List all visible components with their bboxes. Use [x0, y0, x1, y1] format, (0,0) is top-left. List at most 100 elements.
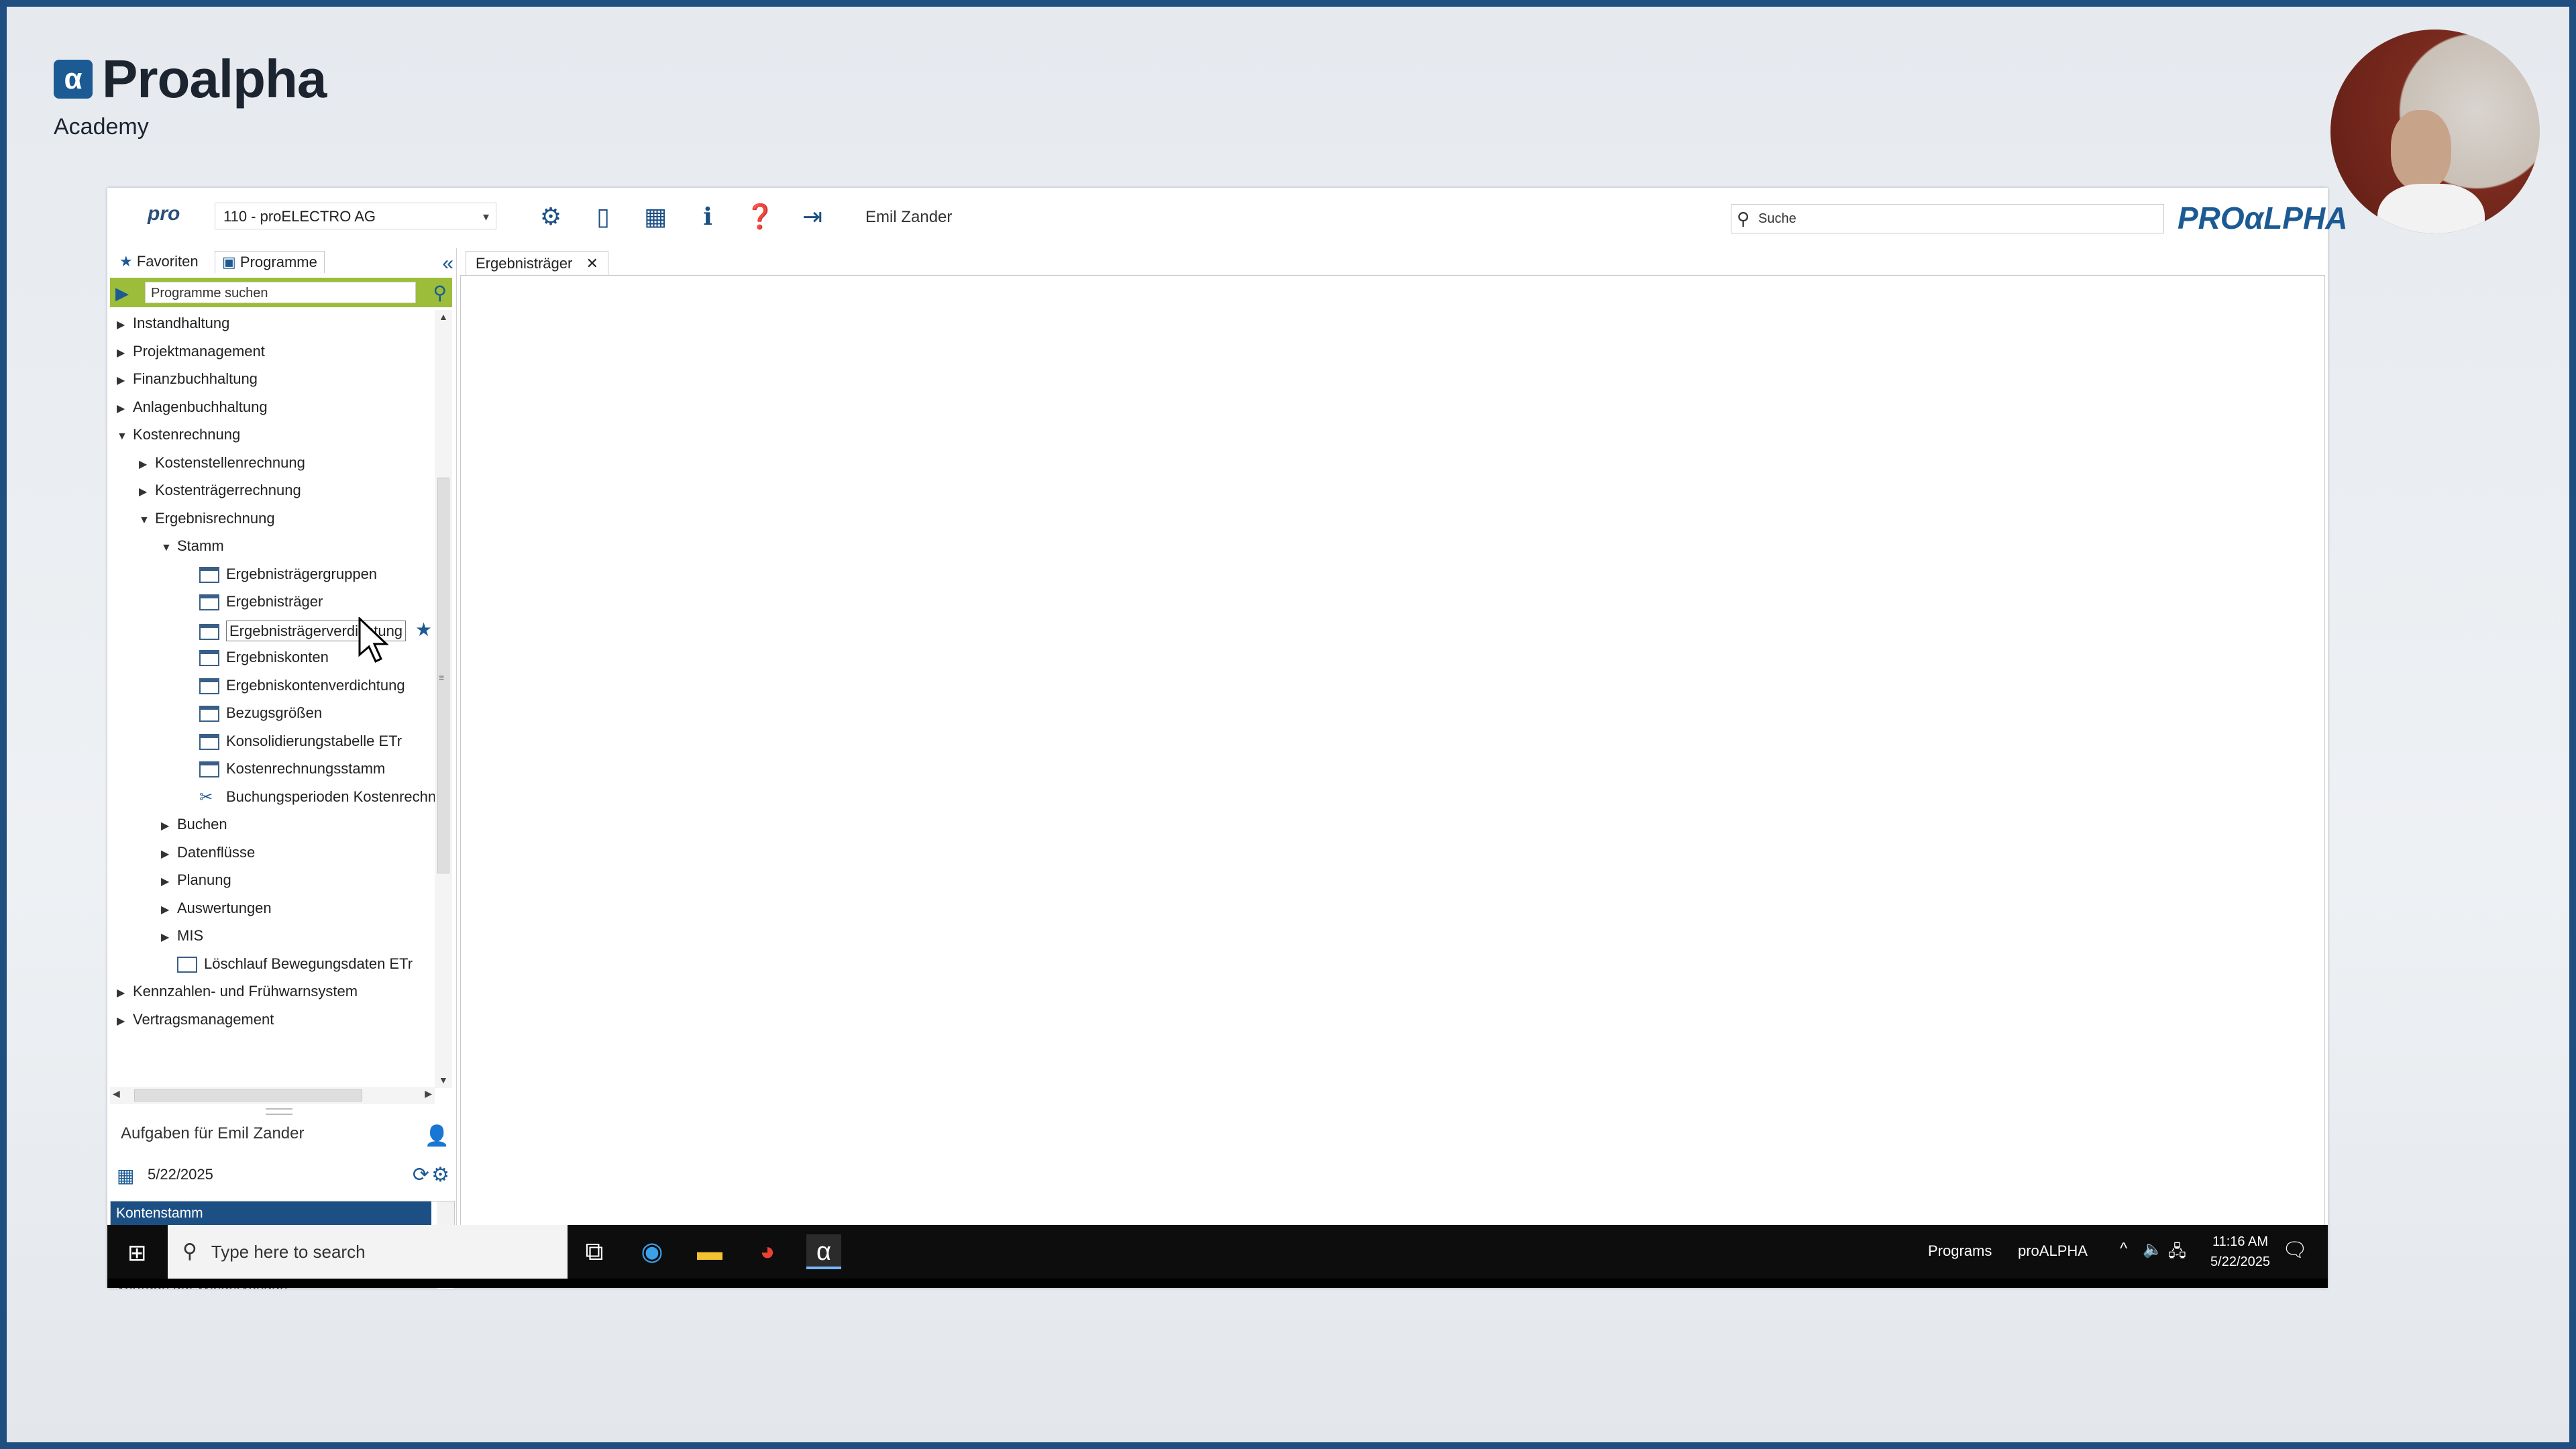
main-area: Ergebnisträger ✕	[460, 248, 2328, 1281]
program-search-input[interactable]: Programme suchen	[145, 282, 416, 303]
gear-icon[interactable]: ⚙	[431, 1163, 449, 1187]
tree-node[interactable]: ▼ Stamm	[161, 533, 224, 559]
chevron-up-icon[interactable]: ^	[2120, 1240, 2127, 1258]
tree-node[interactable]: ▶ Datenflüsse	[161, 839, 255, 866]
global-search-input[interactable]: ⚲ Suche	[1731, 204, 2164, 233]
program-window-icon	[199, 761, 219, 778]
scroll-down-icon[interactable]: ▼	[439, 1075, 448, 1085]
chevron-right-icon[interactable]: ▶	[117, 396, 133, 423]
task-view-icon[interactable]: ⧉	[577, 1234, 612, 1269]
tree-node[interactable]: ▶ MIS	[161, 922, 203, 949]
tree-node[interactable]: Konsolidierungstabelle ETr	[183, 728, 402, 755]
brand-name: Proalpha	[102, 49, 327, 109]
edge-icon[interactable]: ◉	[635, 1234, 669, 1269]
presenter-shirt	[2377, 184, 2485, 233]
tree-node[interactable]: ▶ Anlagenbuchhaltung	[117, 394, 268, 421]
tab-favoriten[interactable]: ★ Favoriten	[113, 251, 205, 272]
tree-node[interactable]: Ergebnisträgergruppen	[183, 561, 377, 588]
tree-node-label: Buchen	[177, 816, 227, 833]
tree-node-label: Buchungsperioden Kostenrechn	[226, 788, 436, 805]
search-icon[interactable]: ⚲	[433, 282, 447, 304]
user-icon[interactable]: 👤	[425, 1124, 449, 1148]
horizontal-scroll-thumb[interactable]	[134, 1089, 362, 1102]
layout-icon[interactable]: ▦	[640, 201, 671, 232]
collapse-panel-icon[interactable]: «	[442, 252, 453, 275]
tree-node[interactable]: ▶ Kostenträgerrechnung	[139, 477, 301, 504]
company-select[interactable]: 110 - proELECTRO AG ▾	[215, 203, 496, 229]
chevron-right-icon[interactable]: ▶	[161, 813, 177, 840]
split-view-icon[interactable]: ▯	[588, 201, 619, 232]
tab-programme[interactable]: ▣ Programme	[215, 251, 325, 273]
chevron-right-icon[interactable]: ▶	[161, 841, 177, 868]
calendar-icon[interactable]: ▦	[117, 1165, 134, 1187]
chevron-right-icon[interactable]: ▶	[139, 479, 155, 506]
tree-node[interactable]: ▶ Buchen	[161, 811, 227, 838]
proalpha-taskbar-icon[interactable]: α	[806, 1234, 841, 1269]
chrome-icon[interactable]: ◕	[750, 1234, 785, 1269]
tree-node[interactable]: ▶ Auswertungen	[161, 895, 272, 922]
chevron-right-icon[interactable]: ▶	[117, 980, 133, 1007]
tree-node[interactable]: Ergebniskontenverdichtung	[183, 672, 405, 699]
chevron-right-icon[interactable]: ▶	[161, 897, 177, 924]
chevron-down-icon[interactable]: ▼	[139, 507, 155, 534]
panel-resize-handle[interactable]	[266, 1108, 292, 1115]
help-icon[interactable]: ❓	[745, 201, 775, 232]
tree-node-label: Ergebnisträgergruppen	[226, 565, 378, 582]
tree-node[interactable]: ▶ Vertragsmanagement	[117, 1006, 274, 1033]
tree-node[interactable]: ▶ Projektmanagement	[117, 338, 265, 365]
tree-node-label: Auswertungen	[177, 899, 272, 916]
chevron-right-icon[interactable]: ▶	[117, 368, 133, 394]
tree-node[interactable]: Ergebnisträger	[183, 588, 323, 615]
tree-node[interactable]: ▼ Ergebnisrechnung	[139, 505, 275, 532]
tree-vertical-scrollbar[interactable]: ▲ ≡ ▼	[435, 310, 452, 1088]
tree-node[interactable]: Ergebnisträgerverdichtung ★	[183, 616, 432, 643]
favorite-star-icon[interactable]: ★	[415, 619, 432, 640]
tray-proalpha[interactable]: proALPHA	[2018, 1242, 2088, 1260]
tree-node-label: Kennzahlen- und Frühwarnsystem	[133, 983, 358, 1000]
tree-node[interactable]: ▶ Kostenstellenrechnung	[139, 449, 305, 476]
close-icon[interactable]: ✕	[586, 255, 598, 272]
taskbar-clock[interactable]: 11:16 AM 5/22/2025	[2210, 1232, 2270, 1272]
tree-node[interactable]: ▶ Instandhaltung	[117, 310, 229, 337]
tree-node[interactable]: Ergebniskonten	[183, 644, 329, 671]
refresh-icon[interactable]: ⟳	[413, 1163, 429, 1187]
tree-node-label: Ergebniskonten	[226, 649, 329, 665]
logout-icon[interactable]: ⇥	[797, 201, 828, 232]
tree-node[interactable]: Kostenrechnungsstamm	[183, 755, 385, 782]
tree-node[interactable]: ✂ Buchungsperioden Kostenrechn	[183, 784, 436, 810]
volume-icon[interactable]: 🔈	[2143, 1240, 2163, 1259]
notifications-icon[interactable]: 🗨	[2282, 1238, 2308, 1262]
main-toolbar: pro 110 - proELECTRO AG ▾ ⚙ ▯ ▦ ℹ ❓ ⇥ Em…	[107, 188, 2347, 248]
tree-horizontal-scrollbar[interactable]: ◀ ▶	[110, 1087, 435, 1104]
chevron-right-icon[interactable]: ▶	[161, 924, 177, 951]
taskbar-search[interactable]: ⚲ Type here to search	[168, 1225, 568, 1279]
chevron-right-icon[interactable]: ▶	[117, 1008, 133, 1035]
chevron-down-icon[interactable]: ▼	[117, 423, 133, 450]
scroll-left-icon[interactable]: ◀	[113, 1088, 120, 1099]
chevron-right-icon[interactable]: ▶	[139, 451, 155, 478]
scroll-right-icon[interactable]: ▶	[425, 1088, 432, 1099]
gear-icon[interactable]: ⚙	[535, 201, 566, 232]
task-item[interactable]: Kontenstamm	[111, 1201, 431, 1226]
chevron-right-icon[interactable]: ▶	[117, 340, 133, 367]
tree-node-label: Vertragsmanagement	[133, 1010, 274, 1028]
program-tree: ▶ Instandhaltung ▶ Projektmanagement ▶ Finanz…	[107, 310, 436, 1061]
windows-start-icon[interactable]: ⊞	[127, 1240, 147, 1267]
tree-node[interactable]: Löschlauf Bewegungsdaten ETr	[161, 951, 413, 977]
tray-programs[interactable]: Programs	[1928, 1242, 1992, 1260]
chevron-right-icon[interactable]: ▶	[117, 312, 133, 339]
tasks-date[interactable]: 5/22/2025	[148, 1166, 213, 1183]
tree-node[interactable]: ▶ Planung	[161, 867, 231, 894]
file-explorer-icon[interactable]: ▬	[692, 1234, 727, 1269]
tree-node[interactable]: ▼ Kostenrechnung	[117, 421, 240, 448]
info-icon[interactable]: ℹ	[692, 201, 723, 232]
tree-node[interactable]: ▶ Kennzahlen- und Frühwarnsystem	[117, 978, 358, 1005]
network-icon[interactable]: 🖧	[2168, 1240, 2186, 1267]
tree-node[interactable]: Bezugsgrößen	[183, 700, 322, 727]
tree-node[interactable]: ▶ Finanzbuchhaltung	[117, 366, 258, 392]
tab-ergebnistraeger[interactable]: Ergebnisträger ✕	[466, 251, 608, 276]
scroll-up-icon[interactable]: ▲	[439, 311, 448, 322]
chevron-down-icon[interactable]: ▼	[161, 535, 177, 561]
run-icon[interactable]: ▶	[115, 283, 129, 304]
chevron-right-icon[interactable]: ▶	[161, 869, 177, 896]
